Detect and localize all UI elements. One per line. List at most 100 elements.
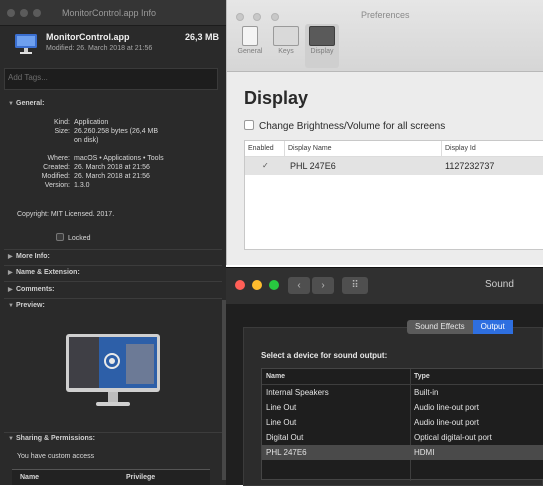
close-button[interactable] bbox=[7, 8, 15, 17]
col-enabled[interactable]: Enabled bbox=[248, 145, 274, 152]
minimize-button[interactable] bbox=[20, 8, 28, 17]
section-general[interactable]: ▼ General: bbox=[8, 100, 44, 107]
table-header: Name Type bbox=[262, 369, 543, 385]
perm-header-privilege[interactable]: Privilege bbox=[126, 474, 155, 481]
window-title: Preferences bbox=[361, 10, 410, 20]
app-icon bbox=[15, 34, 37, 54]
section-label: Comments: bbox=[16, 286, 55, 293]
tab-output[interactable]: Output bbox=[472, 320, 513, 334]
locked-checkbox[interactable]: Locked bbox=[56, 233, 91, 242]
field-value: 26. March 2018 at 21:56 bbox=[74, 164, 150, 171]
enabled-checkbox[interactable]: ✓ bbox=[262, 161, 269, 170]
output-device-table: Name Type Internal Speakers Built-in Lin… bbox=[261, 368, 543, 481]
close-button[interactable] bbox=[236, 13, 244, 21]
preferences-window: Preferences General Keys Display Display… bbox=[226, 0, 543, 265]
column-divider bbox=[284, 141, 285, 157]
col-type[interactable]: Type bbox=[414, 373, 430, 380]
section-comments[interactable]: ▶ Comments: bbox=[8, 286, 55, 293]
disclosure-closed-icon: ▶ bbox=[8, 287, 13, 293]
minimize-button[interactable] bbox=[252, 280, 262, 290]
toolbar-label: Display bbox=[310, 48, 334, 55]
device-name: Digital Out bbox=[266, 433, 304, 442]
field-value: Application bbox=[74, 119, 109, 126]
disclosure-open-icon: ▼ bbox=[8, 303, 14, 309]
app-size: 26,3 MB bbox=[184, 32, 219, 42]
chevron-right-icon: › bbox=[321, 280, 325, 291]
col-display-name[interactable]: Display Name bbox=[288, 145, 332, 152]
section-label: General: bbox=[16, 100, 45, 107]
device-name: Internal Speakers bbox=[266, 388, 329, 397]
output-pane: Select a device for sound output: Name T… bbox=[243, 327, 543, 486]
display-id: 1127232737 bbox=[445, 161, 495, 171]
app-name: MonitorControl.app bbox=[46, 32, 130, 42]
display-name: PHL 247E6 bbox=[290, 161, 336, 171]
field-key: Where: bbox=[47, 155, 70, 162]
checkbox-label: Change Brightness/Volume for all screens bbox=[259, 121, 446, 132]
tab-sound-effects[interactable]: Sound Effects bbox=[407, 320, 473, 334]
sound-titlebar: ‹ › ⠿ Sound bbox=[226, 268, 543, 304]
field-value: 26. March 2018 at 21:56 bbox=[74, 173, 150, 180]
col-name[interactable]: Name bbox=[266, 373, 285, 380]
field-key: Size: bbox=[54, 128, 70, 135]
section-label: Name & Extension: bbox=[16, 269, 80, 276]
section-preview[interactable]: ▼ Preview: bbox=[8, 302, 45, 309]
toolbar-display[interactable]: Display bbox=[305, 24, 339, 68]
section-label: More Info: bbox=[16, 253, 50, 260]
device-type: Built-in bbox=[414, 388, 439, 397]
window-title: Sound bbox=[485, 279, 514, 290]
divider bbox=[4, 298, 222, 299]
device-type: HDMI bbox=[414, 448, 435, 457]
close-button[interactable] bbox=[235, 280, 245, 290]
chevron-left-icon: ‹ bbox=[297, 280, 301, 291]
field-value: 1.3.0 bbox=[74, 182, 90, 189]
section-name-extension[interactable]: ▶ Name & Extension: bbox=[8, 269, 80, 276]
table-row[interactable]: Internal Speakers Built-in bbox=[262, 385, 543, 400]
section-label: Preview: bbox=[16, 302, 45, 309]
field-key: Version: bbox=[44, 182, 70, 189]
checkbox-icon bbox=[56, 233, 64, 241]
prefs-titlebar: Preferences General Keys Display bbox=[227, 0, 543, 72]
device-name: PHL 247E6 bbox=[266, 448, 307, 457]
section-more-info[interactable]: ▶ More Info: bbox=[8, 253, 50, 260]
page-title: Display bbox=[244, 88, 309, 108]
minimize-button[interactable] bbox=[253, 13, 262, 21]
field-key: Kind: bbox=[54, 119, 70, 126]
sharing-text: You have custom access bbox=[17, 453, 95, 460]
table-row[interactable]: Line Out Audio line-out port bbox=[262, 415, 543, 430]
section-sharing[interactable]: ▼ Sharing & Permissions: bbox=[8, 435, 95, 442]
zoom-button[interactable] bbox=[33, 8, 41, 17]
perm-header-name[interactable]: Name bbox=[20, 474, 39, 481]
field-value: 26.260.258 bytes (26,4 MB bbox=[74, 128, 159, 135]
display-table: Enabled Display Name Display Id ✓ PHL 24… bbox=[244, 140, 543, 250]
section-label: Sharing & Permissions: bbox=[16, 435, 95, 442]
zoom-button[interactable] bbox=[270, 13, 279, 21]
toolbar-keys[interactable]: Keys bbox=[269, 24, 303, 68]
zoom-button[interactable] bbox=[269, 280, 279, 290]
toolbar-label: General bbox=[237, 48, 263, 55]
device-name: Line Out bbox=[266, 418, 297, 427]
table-row[interactable]: ✓ PHL 247E6 1127232737 bbox=[245, 157, 543, 175]
table-row-selected[interactable]: PHL 247E6 HDMI bbox=[262, 445, 543, 460]
tags-input[interactable]: Add Tags... bbox=[4, 68, 218, 90]
device-type: Audio line-out port bbox=[414, 418, 479, 427]
sound-tabs: Sound Effects Output bbox=[407, 320, 513, 334]
device-type: Audio line-out port bbox=[414, 403, 479, 412]
table-row[interactable]: Digital Out Optical digital-out port bbox=[262, 430, 543, 445]
field-key: Modified: bbox=[41, 173, 70, 180]
sound-window: ‹ › ⠿ Sound Select a device for sound ou… bbox=[226, 267, 543, 486]
toolbar-general[interactable]: General bbox=[233, 24, 267, 68]
disclosure-closed-icon: ▶ bbox=[8, 254, 13, 260]
permissions-table: Name Privilege bbox=[12, 469, 210, 485]
divider bbox=[4, 265, 222, 266]
disclosure-open-icon: ▼ bbox=[8, 101, 14, 107]
table-row[interactable]: Line Out Audio line-out port bbox=[262, 400, 543, 415]
copyright-text: Copyright: MIT Licensed. 2017. bbox=[17, 211, 115, 218]
forward-button[interactable]: › bbox=[312, 277, 334, 294]
back-button[interactable]: ‹ bbox=[288, 277, 310, 294]
show-all-button[interactable]: ⠿ bbox=[342, 277, 368, 294]
col-display-id[interactable]: Display Id bbox=[445, 145, 476, 152]
brightness-all-checkbox[interactable]: Change Brightness/Volume for all screens bbox=[244, 120, 445, 132]
general-icon bbox=[242, 26, 258, 46]
checkbox-icon bbox=[244, 120, 254, 130]
output-prompt: Select a device for sound output: bbox=[261, 351, 388, 360]
